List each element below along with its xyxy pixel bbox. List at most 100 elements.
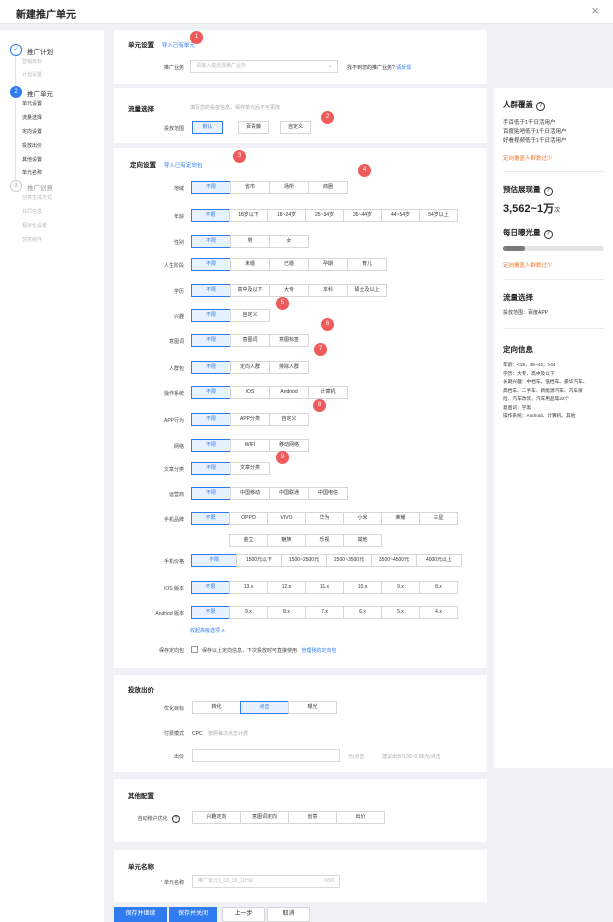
targeting-option[interactable]: 不限 — [191, 512, 230, 525]
targeting-option[interactable]: 魅族 — [267, 534, 306, 547]
targeting-option[interactable]: 12.x — [267, 581, 306, 594]
targeting-option[interactable]: APP分类 — [230, 413, 270, 426]
import-unit-link[interactable]: 导入已有单元 — [162, 43, 195, 49]
save-targeting-checkbox[interactable] — [191, 646, 198, 653]
targeting-option[interactable]: 本科 — [308, 284, 348, 297]
targeting-option[interactable]: 18~24岁 — [267, 209, 306, 222]
targeting-option[interactable]: 自定义 — [269, 413, 309, 426]
auto-option-intent[interactable]: 意图词定向 — [240, 811, 289, 824]
targeting-option[interactable]: 不限 — [191, 334, 231, 347]
range-option-baiqingteng[interactable]: 百青藤 — [238, 121, 269, 134]
targeting-option[interactable]: 4000元以上 — [416, 554, 462, 567]
targeting-option[interactable]: 8.x — [267, 606, 306, 619]
targeting-option[interactable]: 5.x — [381, 606, 420, 619]
save-close-button[interactable]: 保存并关闭 — [169, 907, 217, 922]
targeting-option[interactable]: OPPO — [229, 512, 268, 525]
auto-option-creative[interactable]: 创意 — [288, 811, 337, 824]
targeting-option[interactable]: 荣耀 — [381, 512, 420, 525]
substep-item[interactable]: 营销目标 — [22, 58, 42, 65]
targeting-option[interactable]: 意图标签 — [269, 334, 309, 347]
targeting-option[interactable]: 44~54岁 — [381, 209, 420, 222]
help-icon[interactable]: ? — [543, 230, 553, 239]
targeting-option[interactable]: 已婚 — [269, 258, 309, 271]
targeting-option[interactable]: 9.x — [229, 606, 268, 619]
substep-item[interactable]: 流量选择 — [22, 114, 42, 121]
targeting-option[interactable]: 13.x — [229, 581, 268, 594]
targeting-option[interactable]: 不限 — [191, 487, 231, 500]
targeting-option[interactable]: 商圈 — [308, 181, 348, 194]
substep-item[interactable]: 单元名称 — [22, 169, 42, 176]
targeting-option[interactable]: 3500~4500元 — [371, 554, 417, 567]
goal-option-impression[interactable]: 曝光 — [288, 701, 337, 714]
targeting-option[interactable]: 不限 — [191, 462, 231, 475]
targeting-option[interactable]: 不限 — [191, 439, 231, 452]
targeting-option[interactable]: 女 — [269, 235, 309, 248]
targeting-option[interactable]: 高中及以下 — [230, 284, 270, 297]
targeting-option[interactable]: 25~34岁 — [305, 209, 344, 222]
bid-input[interactable] — [192, 749, 340, 762]
prev-step-button[interactable]: 上一步 — [222, 907, 265, 922]
feedback-link[interactable]: 请反馈 — [396, 65, 411, 71]
substep-item[interactable]: 创意组件 — [22, 236, 42, 243]
substep-item[interactable]: 创意生成方式 — [22, 194, 52, 201]
targeting-option[interactable]: 不限 — [191, 258, 231, 271]
targeting-option[interactable]: 三星 — [419, 512, 458, 525]
auto-option-bid[interactable]: 出价 — [336, 811, 385, 824]
substep-item[interactable]: 计划设置 — [22, 71, 42, 78]
targeting-option[interactable]: 不限 — [191, 181, 231, 194]
substep-item[interactable]: 其他设置 — [22, 156, 42, 163]
substep-item[interactable]: 程序化设置 — [22, 222, 47, 229]
targeting-option[interactable]: 54岁以上 — [419, 209, 458, 222]
unit-name-input[interactable]: 推广单元1_03_03_10:50 0/50 — [192, 875, 340, 888]
targeting-option[interactable]: 6.x — [343, 606, 382, 619]
targeting-option[interactable]: 2500~3500元 — [326, 554, 372, 567]
targeting-option[interactable]: 自定义 — [230, 309, 270, 322]
targeting-option[interactable]: 排除人群 — [269, 361, 309, 374]
targeting-option[interactable]: 11.x — [305, 581, 344, 594]
auto-option-interest[interactable]: 兴趣定向 — [192, 811, 241, 824]
targeting-option[interactable]: 中国电信 — [308, 487, 348, 500]
targeting-option[interactable]: 不限 — [191, 361, 231, 374]
targeting-option[interactable]: 定向人群 — [230, 361, 270, 374]
targeting-option[interactable]: 省市 — [230, 181, 270, 194]
targeting-option[interactable]: 中国联通 — [269, 487, 309, 500]
targeting-option[interactable]: 4.x — [419, 606, 458, 619]
targeting-option[interactable]: 1500~2500元 — [281, 554, 327, 567]
goal-option-click[interactable]: 点击 — [240, 701, 289, 714]
targeting-option[interactable]: 其他 — [343, 534, 382, 547]
targeting-option[interactable]: 35~44岁 — [343, 209, 382, 222]
targeting-option[interactable]: 不限 — [191, 581, 230, 594]
targeting-option[interactable]: 未婚 — [230, 258, 270, 271]
range-option-default[interactable]: 默认 — [192, 121, 223, 134]
cancel-button[interactable]: 取消 — [267, 907, 310, 922]
targeting-option[interactable]: 文章分类 — [230, 462, 270, 475]
substep-item[interactable]: 共同信息 — [22, 208, 42, 215]
targeting-option[interactable]: 大专 — [269, 284, 309, 297]
targeting-option[interactable]: 育儿 — [347, 258, 387, 271]
targeting-option[interactable]: 不限 — [191, 554, 237, 567]
targeting-option[interactable]: iOS — [230, 386, 270, 399]
close-icon[interactable]: × — [591, 3, 599, 19]
targeting-option[interactable]: 不限 — [191, 413, 231, 426]
substep-item[interactable]: 单元设置 — [22, 100, 42, 107]
targeting-option[interactable]: 小米 — [343, 512, 382, 525]
range-option-custom[interactable]: 自定义 — [280, 121, 311, 134]
help-icon[interactable]: ? — [543, 187, 553, 196]
substep-item[interactable]: 投放出价 — [22, 142, 42, 149]
targeting-option[interactable]: 华为 — [305, 512, 344, 525]
targeting-option[interactable]: 10.x — [343, 581, 382, 594]
targeting-option[interactable]: 不限 — [191, 209, 230, 222]
manage-targeting-link[interactable]: 管理我的定向包 — [301, 648, 336, 654]
targeting-option[interactable]: 金立 — [229, 534, 268, 547]
targeting-option[interactable]: 乐视 — [305, 534, 344, 547]
business-select[interactable]: 请输入或选择推广业务 ⌄ — [190, 60, 338, 73]
targeting-option[interactable]: 9.x — [381, 581, 420, 594]
targeting-option[interactable]: 意图词 — [230, 334, 270, 347]
import-targeting-link[interactable]: 导入已有定向包 — [164, 163, 203, 169]
targeting-option[interactable]: 中国移动 — [230, 487, 270, 500]
help-icon[interactable]: ? — [536, 102, 545, 111]
targeting-option[interactable]: 不限 — [191, 606, 230, 619]
targeting-option[interactable]: Andriod — [269, 386, 309, 399]
targeting-option[interactable]: 7.x — [305, 606, 344, 619]
targeting-option[interactable]: 不限 — [191, 386, 231, 399]
